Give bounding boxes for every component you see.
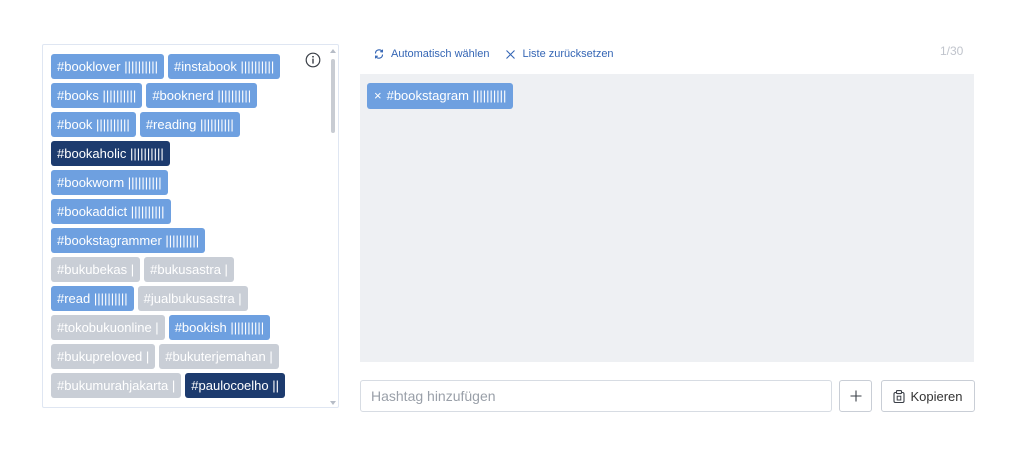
remove-tag-icon[interactable]: ×: [374, 83, 382, 109]
suggestion-row: #bookstagrammer ||||||||||: [51, 228, 305, 253]
suggestion-tag[interactable]: #bookstagrammer ||||||||||: [51, 228, 206, 253]
copy-icon: [893, 389, 906, 403]
suggestion-row: #bookaholic ||||||||||: [51, 141, 305, 166]
copy-button[interactable]: Kopieren: [881, 380, 975, 412]
suggestion-tag[interactable]: #booknerd ||||||||||: [146, 83, 258, 108]
info-circle-icon[interactable]: [305, 52, 321, 68]
reset-list-button[interactable]: Liste zurücksetzen: [505, 48, 614, 60]
suggestion-row: #booklover |||||||||| #instabook ||||||||…: [51, 54, 305, 79]
suggestion-row: #bukubekas | #bukusastra |: [51, 257, 305, 282]
suggestions-scrollbar[interactable]: [328, 45, 338, 407]
auto-select-button[interactable]: Automatisch wählen: [373, 48, 489, 60]
suggestion-row: #read |||||||||| #jualbukusastra |: [51, 286, 305, 311]
suggestions-panel: #booklover |||||||||| #instabook ||||||||…: [42, 44, 339, 408]
suggestion-row: #bukupreloved | #bukuterjemahan |: [51, 344, 305, 369]
suggestion-tag[interactable]: #read ||||||||||: [51, 286, 134, 311]
suggestion-tag[interactable]: #booklover ||||||||||: [51, 54, 164, 79]
scroll-up-arrow-icon[interactable]: [330, 49, 336, 53]
suggestion-tag[interactable]: #reading ||||||||||: [139, 112, 240, 137]
plus-icon: [850, 390, 861, 402]
suggestion-row: #book |||||||||| #reading ||||||||||: [51, 112, 305, 137]
suggestion-tag[interactable]: #bukusastra |: [144, 257, 234, 282]
suggestion-tag[interactable]: #bukumurahjakarta |: [51, 373, 182, 398]
suggestion-tag[interactable]: #bookaholic ||||||||||: [51, 141, 170, 166]
hashtag-counter: 1/30: [940, 44, 964, 58]
suggestion-row: #bookaddict ||||||||||: [51, 199, 305, 224]
suggestion-row: #bukumurahjakarta | #paulocoelho ||: [51, 373, 305, 398]
suggestion-tag[interactable]: #book ||||||||||: [51, 112, 136, 137]
suggestion-tag[interactable]: #books ||||||||||: [51, 83, 143, 108]
suggestion-tag-list: #booklover |||||||||| #instabook ||||||||…: [51, 54, 305, 402]
suggestion-tag[interactable]: #paulocoelho ||: [185, 373, 285, 398]
reset-list-label: Liste zurücksetzen: [522, 48, 614, 60]
suggestion-tag[interactable]: #instabook ||||||||||: [167, 54, 281, 79]
selected-tag-label: #bookstagram ||||||||||: [386, 88, 507, 103]
add-hashtag-button[interactable]: [839, 380, 872, 412]
scroll-down-arrow-icon[interactable]: [330, 401, 336, 405]
suggestion-tag[interactable]: #jualbukusastra |: [137, 286, 248, 311]
suggestion-tag[interactable]: #bukupreloved |: [51, 344, 156, 369]
suggestion-row: #bookworm ||||||||||: [51, 170, 305, 195]
copy-button-label: Kopieren: [910, 388, 963, 404]
hashtag-input[interactable]: [360, 380, 832, 412]
suggestion-tag[interactable]: #bukuterjemahan |: [159, 344, 279, 369]
selected-hashtags-area: × #bookstagram ||||||||||: [360, 74, 974, 362]
suggestion-tag[interactable]: #bookworm ||||||||||: [51, 170, 168, 195]
suggestion-tag[interactable]: #bookaddict ||||||||||: [51, 199, 171, 224]
suggestion-tag[interactable]: #tokobukuonline |: [51, 315, 165, 340]
close-icon: [506, 49, 516, 59]
scroll-thumb[interactable]: [331, 59, 335, 133]
selected-tag[interactable]: × #bookstagram ||||||||||: [367, 83, 514, 109]
toolbar-actions: Automatisch wählen Liste zurücksetzen: [373, 46, 614, 62]
suggestion-tag[interactable]: #bookish ||||||||||: [168, 315, 271, 340]
suggestion-row: #books |||||||||| #booknerd ||||||||||: [51, 83, 305, 108]
suggestion-tag[interactable]: #bukubekas |: [51, 257, 141, 282]
auto-select-label: Automatisch wählen: [391, 48, 490, 60]
auto-select-icon: [374, 49, 384, 59]
suggestion-row: #tokobukuonline | #bookish ||||||||||: [51, 315, 305, 340]
